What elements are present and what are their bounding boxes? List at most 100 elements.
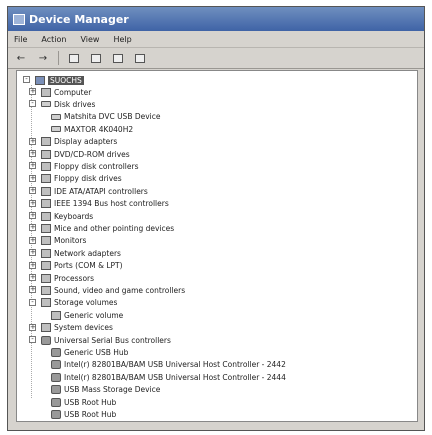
device-tree-pane[interactable]: - SUOCHS + Computer - Disk drives Matshita D… <box>16 70 418 422</box>
expand-icon[interactable]: + <box>29 88 36 95</box>
storage-icon <box>41 298 51 308</box>
tree-node[interactable]: + IDE ATA/ATAPI controllers <box>29 185 148 197</box>
usb-icon <box>51 372 61 382</box>
disk-icon <box>51 126 61 133</box>
tree-node-label: Ports (COM & LPT) <box>54 261 123 271</box>
tree-root-label: SUOCHS <box>48 75 84 85</box>
toolbar: ← → <box>8 48 424 69</box>
expand-icon[interactable]: + <box>29 199 36 207</box>
tree-node-label: Processors <box>54 273 95 283</box>
tree-node[interactable]: + Sound, video and game controllers <box>29 284 185 296</box>
monitor-icon <box>41 236 51 246</box>
expand-icon[interactable]: + <box>29 174 36 182</box>
back-icon[interactable]: ← <box>14 52 28 64</box>
tree-node-label: Matshita DVC USB Device <box>64 112 161 122</box>
expand-icon[interactable]: + <box>29 162 36 170</box>
tree-node-label: Generic volume <box>64 310 124 320</box>
menu-bar: File Action View Help <box>8 31 424 48</box>
expand-icon[interactable]: + <box>29 236 36 244</box>
device-manager-icon <box>13 13 25 25</box>
tree-node[interactable]: + Processors <box>29 272 94 284</box>
tree-node[interactable]: + Mice and other pointing devices <box>29 222 174 234</box>
tree-node[interactable]: USB Root Hub <box>47 408 116 420</box>
tree-node[interactable]: + Network adapters <box>29 247 121 259</box>
tree-node[interactable]: - Disk drives <box>29 98 95 110</box>
tree-node-label: USB Root Hub <box>64 409 117 419</box>
expand-icon[interactable]: + <box>29 249 36 257</box>
tree-node-label: Monitors <box>54 236 87 246</box>
floppy-icon <box>41 174 51 184</box>
tree-node[interactable]: + Floppy disk drives <box>29 173 122 185</box>
dvd-icon <box>41 149 51 159</box>
tree-node[interactable]: USB Mass Storage Device <box>47 384 160 396</box>
processor-icon <box>41 273 51 283</box>
tree-node[interactable]: Intel(r) 82801BA/BAM USB Universal Host … <box>47 359 286 371</box>
usb-icon <box>51 409 61 419</box>
tree-node[interactable]: + Monitors <box>29 235 86 247</box>
collapse-icon[interactable]: - <box>29 336 36 343</box>
menu-file[interactable]: File <box>14 35 27 44</box>
toolbar-separator <box>58 51 59 65</box>
tree-node-label: Generic USB Hub <box>64 347 129 357</box>
tree-node-label: IDE ATA/ATAPI controllers <box>54 186 148 196</box>
collapse-icon[interactable]: - <box>29 298 36 306</box>
menu-view[interactable]: View <box>80 35 99 44</box>
tree-node-label: Mice and other pointing devices <box>54 223 175 233</box>
tree-node[interactable]: USB Root Hub <box>47 396 116 408</box>
tree-node-label: Universal Serial Bus controllers <box>54 335 171 345</box>
tree-node[interactable]: Matshita DVC USB Device <box>47 111 161 123</box>
collapse-icon[interactable]: - <box>23 76 30 83</box>
disk-icon <box>51 113 61 120</box>
display-icon <box>41 137 51 147</box>
tree-node[interactable]: + IEEE 1394 Bus host controllers <box>29 198 169 210</box>
expand-icon[interactable]: + <box>29 261 36 269</box>
expand-icon[interactable]: + <box>29 137 36 145</box>
usb-icon <box>51 385 61 395</box>
tree-node-label: Network adapters <box>54 248 121 258</box>
expand-icon[interactable]: + <box>29 212 36 219</box>
sound-icon <box>41 285 51 295</box>
collapse-icon[interactable]: - <box>29 100 36 108</box>
expand-icon[interactable]: + <box>29 323 36 331</box>
tree-node[interactable]: + Computer <box>29 86 91 98</box>
expand-icon[interactable]: + <box>29 150 36 157</box>
tree-node[interactable]: Generic USB Hub <box>47 346 128 358</box>
tree-node[interactable]: - Universal Serial Bus controllers <box>29 334 171 346</box>
expand-icon[interactable]: + <box>29 286 36 294</box>
tree-node-label: Floppy disk controllers <box>54 161 139 171</box>
expand-icon[interactable]: + <box>29 274 36 281</box>
tree-node[interactable]: + Display adapters <box>29 136 117 148</box>
window-title: Device Manager <box>29 12 129 26</box>
menu-action[interactable]: Action <box>41 35 66 44</box>
properties-icon[interactable] <box>67 52 81 64</box>
tree-node[interactable]: MAXTOR 4K040H2 <box>47 123 133 135</box>
tree-node-label: Keyboards <box>54 211 94 221</box>
expand-icon[interactable]: + <box>29 224 36 232</box>
firewire-icon <box>41 199 51 209</box>
tree-node-label: Floppy disk drives <box>54 174 122 184</box>
keyboard-icon <box>41 211 51 221</box>
port-icon <box>41 261 51 271</box>
usb-icon <box>51 347 61 357</box>
tree-node[interactable]: + System devices <box>29 322 113 334</box>
help-icon[interactable] <box>111 52 125 64</box>
forward-icon[interactable]: → <box>36 52 50 64</box>
tree-node[interactable]: + DVD/CD-ROM drives <box>29 148 130 160</box>
tree-node[interactable]: + Floppy disk controllers <box>29 160 139 172</box>
tree-node[interactable]: + Ports (COM & LPT) <box>29 260 123 272</box>
usb-icon <box>51 360 61 370</box>
tree-node[interactable]: + Keyboards <box>29 210 93 222</box>
tree-node[interactable]: Intel(r) 82801BA/BAM USB Universal Host … <box>47 371 286 383</box>
tree-node-label: Computer <box>54 87 92 97</box>
print-icon[interactable] <box>89 52 103 64</box>
device-manager-window: Device Manager File Action View Help ← →… <box>7 6 425 431</box>
usb-icon <box>51 397 61 407</box>
usb-icon <box>41 335 51 345</box>
tree-node-label: Intel(r) 82801BA/BAM USB Universal Host … <box>64 372 286 382</box>
menu-help[interactable]: Help <box>113 35 131 44</box>
tree-node[interactable]: Generic volume <box>47 309 123 321</box>
scan-icon[interactable] <box>133 52 147 64</box>
expand-icon[interactable]: + <box>29 187 36 195</box>
tree-root[interactable]: - SUOCHS <box>23 74 84 86</box>
tree-node[interactable]: - Storage volumes <box>29 297 117 309</box>
